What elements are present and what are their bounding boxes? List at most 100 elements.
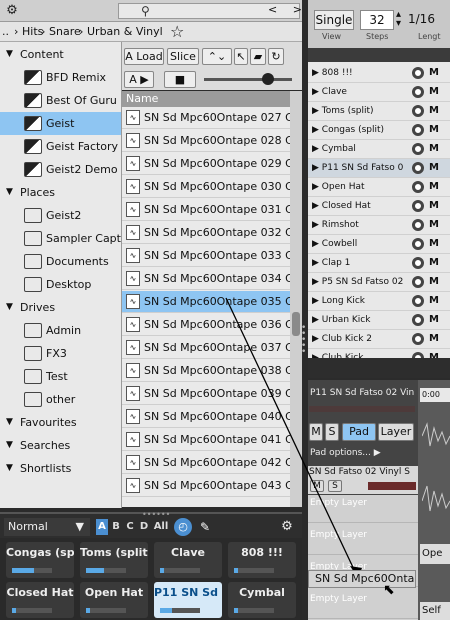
instrument-knob-icon[interactable] xyxy=(412,124,424,136)
tree-item[interactable]: Test xyxy=(0,365,121,388)
drum-pad[interactable]: P11 SN Sd F xyxy=(154,582,222,618)
resize-grip[interactable]: •••••• xyxy=(142,510,170,519)
column-header-name[interactable]: Name xyxy=(122,91,290,107)
play-triangle-icon[interactable]: ▶ xyxy=(312,182,322,192)
instrument-row[interactable]: ▶ Urban Kick M xyxy=(308,311,450,330)
empty-layer[interactable]: Empty Layer xyxy=(308,591,418,619)
drum-pad[interactable]: 808 !!! xyxy=(228,542,296,578)
pad-options-button[interactable]: Pad options... ▶ xyxy=(310,448,381,458)
instrument-mute-button[interactable]: M xyxy=(429,349,439,358)
top-arrow-icon[interactable]: ↖ xyxy=(234,48,248,65)
volume-slider-knob[interactable] xyxy=(262,73,274,85)
instrument-row[interactable]: ▶ Club Kick 2 M xyxy=(308,330,450,349)
instrument-knob-icon[interactable] xyxy=(412,181,424,193)
instrument-knob-icon[interactable] xyxy=(412,295,424,307)
a-load-button[interactable]: A Load xyxy=(124,48,164,65)
instrument-row[interactable]: ▶ Clave M xyxy=(308,83,450,102)
tree-item[interactable]: Geist xyxy=(0,112,121,135)
instrument-knob-icon[interactable] xyxy=(412,105,424,117)
instrument-mute-button[interactable]: M xyxy=(429,254,439,272)
slice-button[interactable]: Slice xyxy=(167,48,199,65)
steps-stepper-icon[interactable]: ▴ ▾ xyxy=(396,10,401,29)
play-triangle-icon[interactable]: ▶ xyxy=(312,296,322,306)
play-triangle-icon[interactable]: ▶ xyxy=(312,220,322,230)
file-row[interactable]: ∿ SN Sd Mpc60Ontape 037 GB xyxy=(122,337,290,359)
empty-layer[interactable]: Empty Layer xyxy=(308,527,418,555)
tree-item[interactable]: Admin xyxy=(0,319,121,342)
file-row[interactable]: ∿ SN Sd Mpc60Ontape 040 GB xyxy=(122,406,290,428)
gear-icon[interactable]: ⚙ xyxy=(3,3,21,19)
expand-triangle-icon[interactable]: ▼ xyxy=(6,434,13,457)
empty-layer[interactable]: Empty Layer xyxy=(308,495,418,523)
preview-volume-slider[interactable] xyxy=(204,78,292,81)
file-row[interactable]: ∿ SN Sd Mpc60Ontape 043 GB xyxy=(122,475,290,497)
steps-field[interactable]: 32 xyxy=(360,10,394,30)
tree-item[interactable]: Desktop xyxy=(0,273,121,296)
layer-mute-button[interactable]: M xyxy=(310,480,324,492)
instrument-row[interactable]: ▶ P11 SN Sd Fatso 0 M xyxy=(308,159,450,178)
tree-item[interactable]: Geist2 Demo xyxy=(0,158,121,181)
file-row[interactable]: ∿ SN Sd Mpc60Ontape 031 GB xyxy=(122,199,290,221)
instrument-mute-button[interactable]: M xyxy=(429,140,439,158)
layer-row[interactable]: SN Sd Fatso 02 Vinyl S M S xyxy=(308,466,418,494)
instrument-mute-button[interactable]: M xyxy=(429,197,439,215)
file-row[interactable]: ∿ SN Sd Mpc60Ontape 034 GB xyxy=(122,268,290,290)
expand-triangle-icon[interactable]: ▼ xyxy=(6,43,13,66)
instrument-row[interactable]: ▶ Club Kick M xyxy=(308,349,450,358)
drum-pad[interactable]: Toms (split) xyxy=(80,542,148,578)
tree-item[interactable]: Documents xyxy=(0,250,121,273)
instrument-row[interactable]: ▶ Closed Hat M xyxy=(308,197,450,216)
instrument-knob-icon[interactable] xyxy=(412,86,424,98)
a-play-button[interactable]: A ▶ xyxy=(124,71,154,88)
file-row[interactable]: ∿ SN Sd Mpc60Ontape 027 GB xyxy=(122,107,290,129)
history-nav[interactable]: < > xyxy=(268,3,308,16)
tree-item[interactable]: FX3 xyxy=(0,342,121,365)
layer-tab[interactable]: Layer xyxy=(378,423,414,441)
expand-triangle-icon[interactable]: ▼ xyxy=(6,411,13,434)
file-row[interactable]: ∿ SN Sd Mpc60Ontape 038 GB xyxy=(122,360,290,382)
bank-c-button[interactable]: C xyxy=(124,519,136,535)
instrument-row[interactable]: ▶ Congas (split) M xyxy=(308,121,450,140)
gear-icon[interactable]: ⚙ xyxy=(278,518,296,536)
play-triangle-icon[interactable]: ▶ xyxy=(312,201,322,211)
file-row[interactable]: ∿ SN Sd Mpc60Ontape 029 GB xyxy=(122,153,290,175)
tree-item[interactable]: Geist2 xyxy=(0,204,121,227)
bank-b-button[interactable]: B xyxy=(110,519,122,535)
instrument-mute-button[interactable]: M xyxy=(429,64,439,82)
drum-pad[interactable]: Clave xyxy=(154,542,222,578)
view-mode-select[interactable]: Single xyxy=(314,10,354,30)
file-row[interactable]: ∿ SN Sd Mpc60Ontape 033 GB xyxy=(122,245,290,267)
instrument-mute-button[interactable]: M xyxy=(429,121,439,139)
scrollbar-thumb[interactable] xyxy=(292,312,300,336)
instrument-row[interactable]: ▶ Cymbal M xyxy=(308,140,450,159)
play-triangle-icon[interactable]: ▶ xyxy=(312,258,322,268)
play-triangle-icon[interactable]: ▶ xyxy=(312,334,322,344)
up-down-icon[interactable]: ⌃⌄ xyxy=(202,48,232,65)
open-button[interactable]: Ope xyxy=(420,544,450,564)
expand-triangle-icon[interactable]: ▼ xyxy=(6,181,13,204)
file-row[interactable]: ∿ SN Sd Mpc60Ontape 041 GB xyxy=(122,429,290,451)
pad-mute-button[interactable]: M xyxy=(309,423,323,441)
instrument-mute-button[interactable]: M xyxy=(429,273,439,291)
tree-section[interactable]: ▼ Content xyxy=(0,43,121,66)
instrument-row[interactable]: ▶ Open Hat M xyxy=(308,178,450,197)
bank-all-button[interactable]: All xyxy=(152,519,170,535)
play-triangle-icon[interactable]: ▶ xyxy=(312,106,322,116)
instrument-knob-icon[interactable] xyxy=(412,238,424,250)
instrument-row[interactable]: ▶ Toms (split) M xyxy=(308,102,450,121)
play-triangle-icon[interactable]: ▶ xyxy=(312,163,322,173)
tree-item[interactable]: Geist Factory xyxy=(0,135,121,158)
instrument-mute-button[interactable]: M xyxy=(429,83,439,101)
edit-icon[interactable]: ✎ xyxy=(196,518,214,536)
file-row[interactable]: ∿ SN Sd Mpc60Ontape 039 GB xyxy=(122,383,290,405)
instrument-knob-icon[interactable] xyxy=(412,314,424,326)
file-row[interactable]: ∿ SN Sd Mpc60Ontape 035 GB xyxy=(122,291,290,313)
breadcrumb-item[interactable]: Urban & Vinyl xyxy=(87,25,163,38)
instrument-mute-button[interactable]: M xyxy=(429,292,439,310)
pad-solo-button[interactable]: S xyxy=(325,423,339,441)
file-row[interactable]: ∿ SN Sd Mpc60Ontape 032 GB xyxy=(122,222,290,244)
instrument-knob-icon[interactable] xyxy=(412,219,424,231)
play-triangle-icon[interactable]: ▶ xyxy=(312,68,322,78)
tree-item[interactable]: Best Of Guru xyxy=(0,89,121,112)
drum-pad[interactable]: Congas (split xyxy=(6,542,74,578)
